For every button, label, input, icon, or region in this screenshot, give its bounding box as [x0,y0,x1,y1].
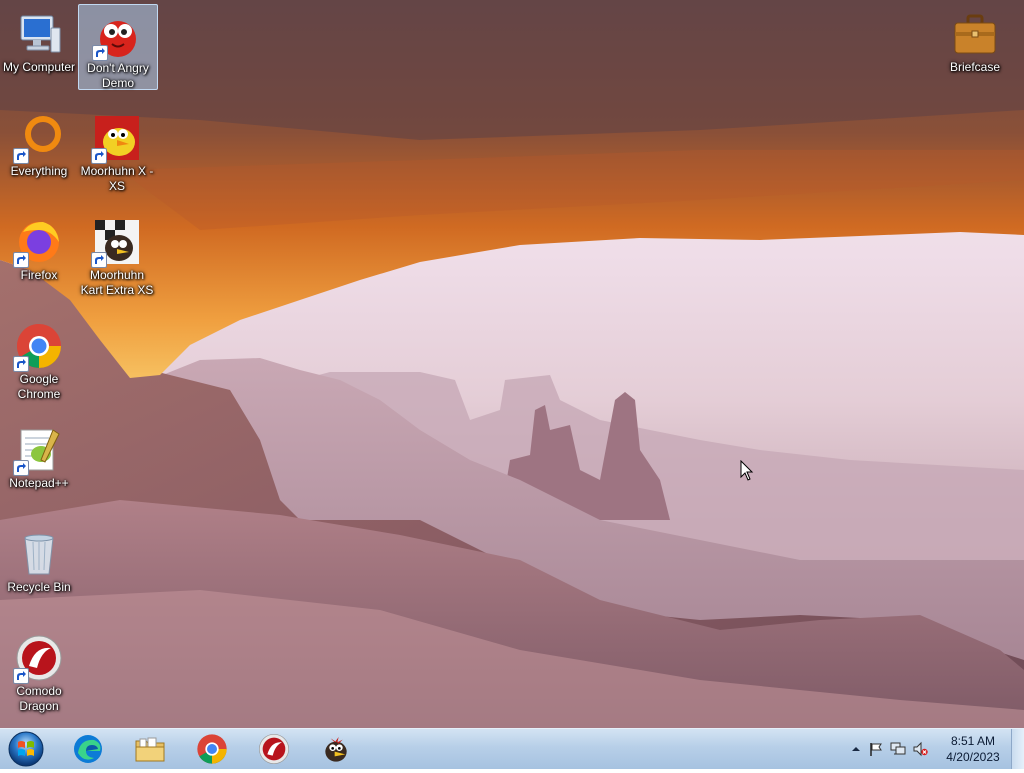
firefox-icon [13,218,63,268]
show-hidden-icons-button[interactable] [848,741,864,757]
red-bird-icon [92,11,142,61]
comodo-dragon-icon [13,634,63,684]
chevron-up-icon [852,747,860,751]
desktop-icon-moorhuhn-kart[interactable]: Moorhuhn Kart Extra XS [78,212,156,298]
desktop-icon-notepadpp[interactable]: Notepad++ [0,420,78,491]
desktop-icon-comodo-dragon[interactable]: Comodo Dragon [0,628,78,714]
desktop-icon-google-chrome[interactable]: Google Chrome [0,316,78,402]
windows-start-icon [8,731,44,767]
volume-button[interactable] [912,741,928,757]
taskbar: 8:51 AM 4/20/2023 [0,728,1024,769]
chrome-icon [13,322,63,372]
everything-ring-icon [13,114,63,164]
notepadpp-icon [13,426,63,476]
desktop-icon-label: Briefcase [949,60,1001,74]
desktop-icon-briefcase[interactable]: Briefcase [936,4,1014,75]
moorhuhn-icon [91,114,141,164]
taskbar-comodo-dragon-button[interactable] [246,731,302,767]
recycle-bin-icon [15,530,63,578]
briefcase-icon [951,10,999,58]
system-tray: 8:51 AM 4/20/2023 [840,729,1024,769]
desktop-icon-label: Comodo Dragon [16,684,62,713]
shortcut-arrow-icon [13,460,29,476]
desktop-icon-label: Moorhuhn X - XS [80,164,154,193]
clock-date: 4/20/2023 [946,750,1000,764]
desktop-icon-label: Everything [10,164,68,178]
taskbar-moorhuhn-button[interactable] [308,731,364,767]
desktop-icon-my-computer[interactable]: My Computer [0,4,78,75]
taskbar-edge-button[interactable] [60,731,116,767]
folder-icon [134,733,166,765]
moorhuhn-icon [320,733,352,765]
computer-icon [15,10,63,58]
shortcut-arrow-icon [13,148,29,164]
desktop-icon-label: Notepad++ [9,476,69,490]
desktop-icon-recycle-bin[interactable]: Recycle Bin [0,524,78,595]
taskbar-file-explorer-button[interactable] [122,731,178,767]
desktop-icon-label: My Computer [2,60,76,74]
desktop-icon-label: Recycle Bin [7,580,71,594]
flag-icon [870,743,882,756]
desktop-icon-firefox[interactable]: Firefox [0,212,78,283]
shortcut-arrow-icon [13,252,29,268]
desktop-icon-dont-angry-demo[interactable]: Don't Angry Demo [78,4,158,90]
volume-muted-icon [913,741,928,757]
shortcut-arrow-icon [91,252,107,268]
desktop-icon-everything[interactable]: Everything [0,108,78,179]
desktop-icon-label: Google Chrome [17,372,61,401]
moorhuhn-kart-icon [91,218,141,268]
shortcut-arrow-icon [92,45,108,61]
chrome-icon [196,733,228,765]
shortcut-arrow-icon [13,668,29,684]
action-center-flag-button[interactable] [868,741,884,757]
start-button[interactable] [6,730,46,768]
clock-time: 8:51 AM [950,734,996,748]
shortcut-arrow-icon [13,356,29,372]
mouse-cursor-icon [740,460,754,481]
desktop-icon-label: Moorhuhn Kart Extra XS [80,268,154,297]
clock[interactable]: 8:51 AM 4/20/2023 [940,733,1006,765]
desktop-icon-moorhuhn-x[interactable]: Moorhuhn X - XS [78,108,156,194]
comodo-dragon-icon [258,733,290,765]
edge-icon [72,733,104,765]
desktop-icon-label: Firefox [20,268,58,282]
taskbar-chrome-button[interactable] [184,731,240,767]
shortcut-arrow-icon [91,148,107,164]
show-desktop-button[interactable] [1011,729,1024,769]
network-button[interactable] [890,741,906,757]
desktop-icon-label: Don't Angry Demo [87,61,149,90]
network-icon [890,742,906,755]
